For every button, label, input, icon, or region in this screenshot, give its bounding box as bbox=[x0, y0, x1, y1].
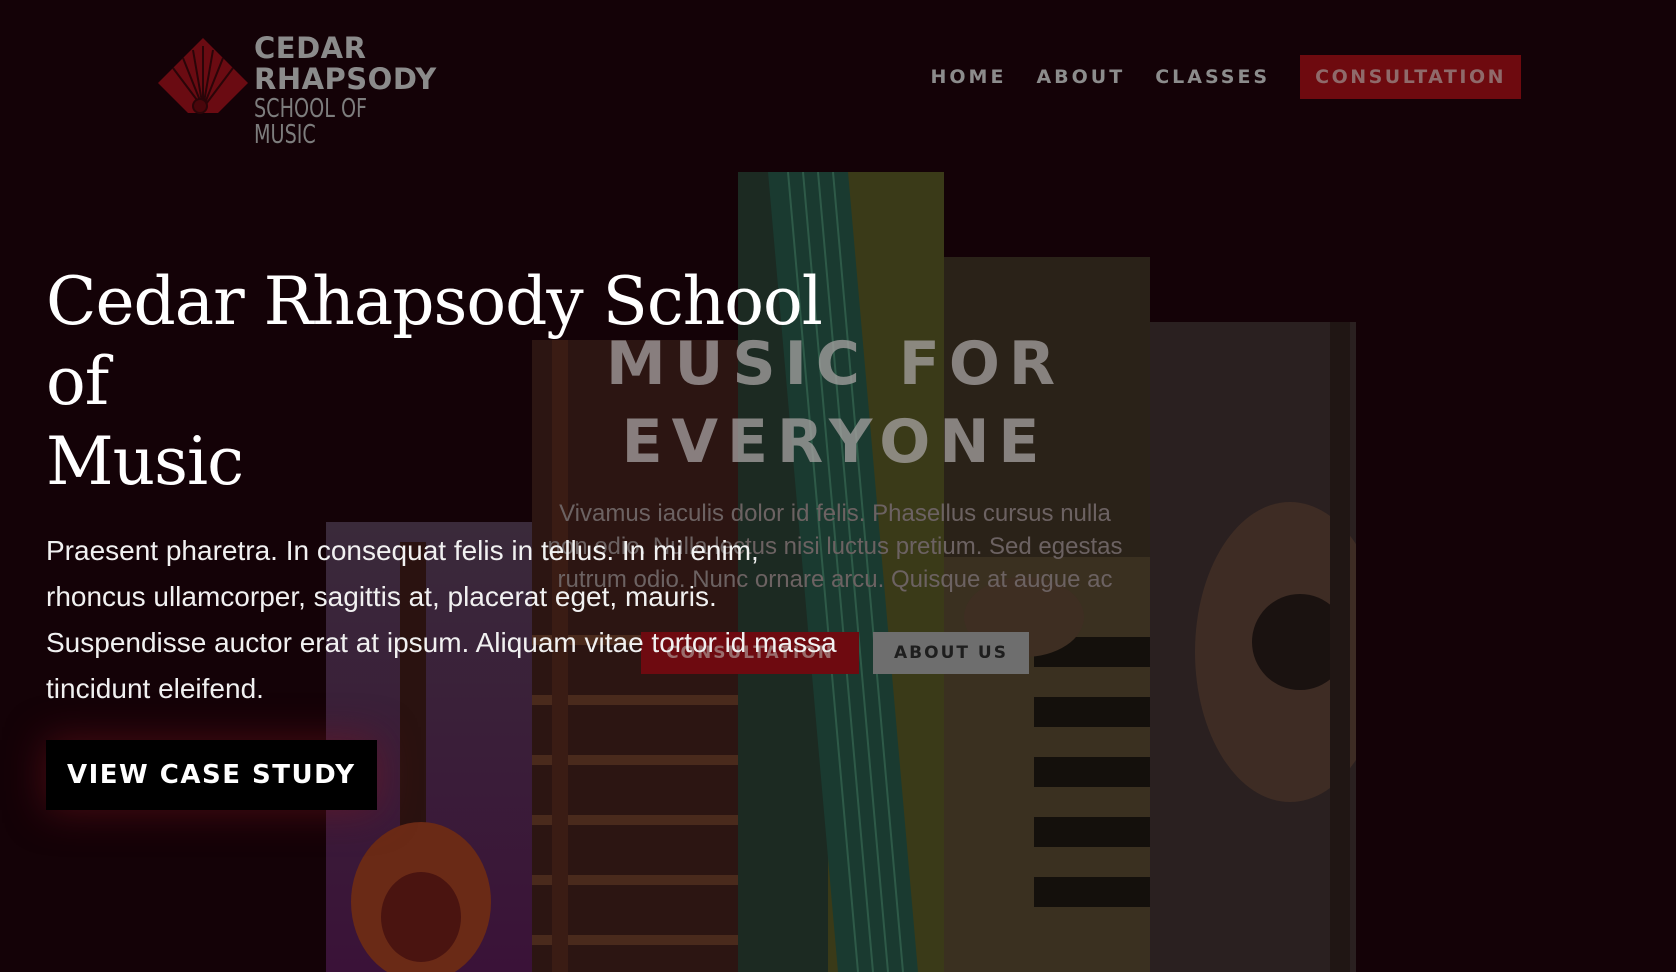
classical-guitar-panel bbox=[1150, 322, 1356, 972]
nav-about[interactable]: ABOUT bbox=[1036, 66, 1125, 88]
case-study-title: Cedar Rhapsody School of Music bbox=[46, 262, 896, 502]
fan-logo-icon bbox=[158, 38, 248, 114]
nav-classes[interactable]: CLASSES bbox=[1155, 66, 1270, 88]
logo-wordmark: CEDAR RHAPSODY SCHOOL OF MUSIC bbox=[254, 31, 458, 150]
site-header: CEDAR RHAPSODY SCHOOL OF MUSIC HOME ABOU… bbox=[0, 0, 1676, 160]
hero-about-us-button[interactable]: ABOUT US bbox=[873, 632, 1029, 674]
page-stage: CEDAR RHAPSODY SCHOOL OF MUSIC HOME ABOU… bbox=[0, 0, 1676, 972]
logo-line1: CEDAR bbox=[254, 31, 367, 65]
nav-home[interactable]: HOME bbox=[931, 66, 1007, 88]
case-study-title-line2: Music bbox=[46, 423, 244, 500]
logo-line3: SCHOOL OF MUSIC bbox=[254, 94, 368, 150]
main-nav: HOME ABOUT CLASSES CONSULTATION bbox=[931, 55, 1521, 99]
logo-line2: RHAPSODY bbox=[254, 62, 437, 96]
site-logo[interactable]: CEDAR RHAPSODY SCHOOL OF MUSIC bbox=[158, 34, 458, 148]
case-study-title-line1: Cedar Rhapsody School of bbox=[46, 263, 823, 420]
case-study-description: Praesent pharetra. In consequat felis in… bbox=[46, 535, 837, 704]
nav-consultation-button[interactable]: CONSULTATION bbox=[1300, 55, 1521, 99]
view-case-study-button[interactable]: VIEW CASE STUDY bbox=[46, 740, 377, 810]
case-study-overlay: Cedar Rhapsody School of Music Praesent … bbox=[46, 262, 896, 810]
